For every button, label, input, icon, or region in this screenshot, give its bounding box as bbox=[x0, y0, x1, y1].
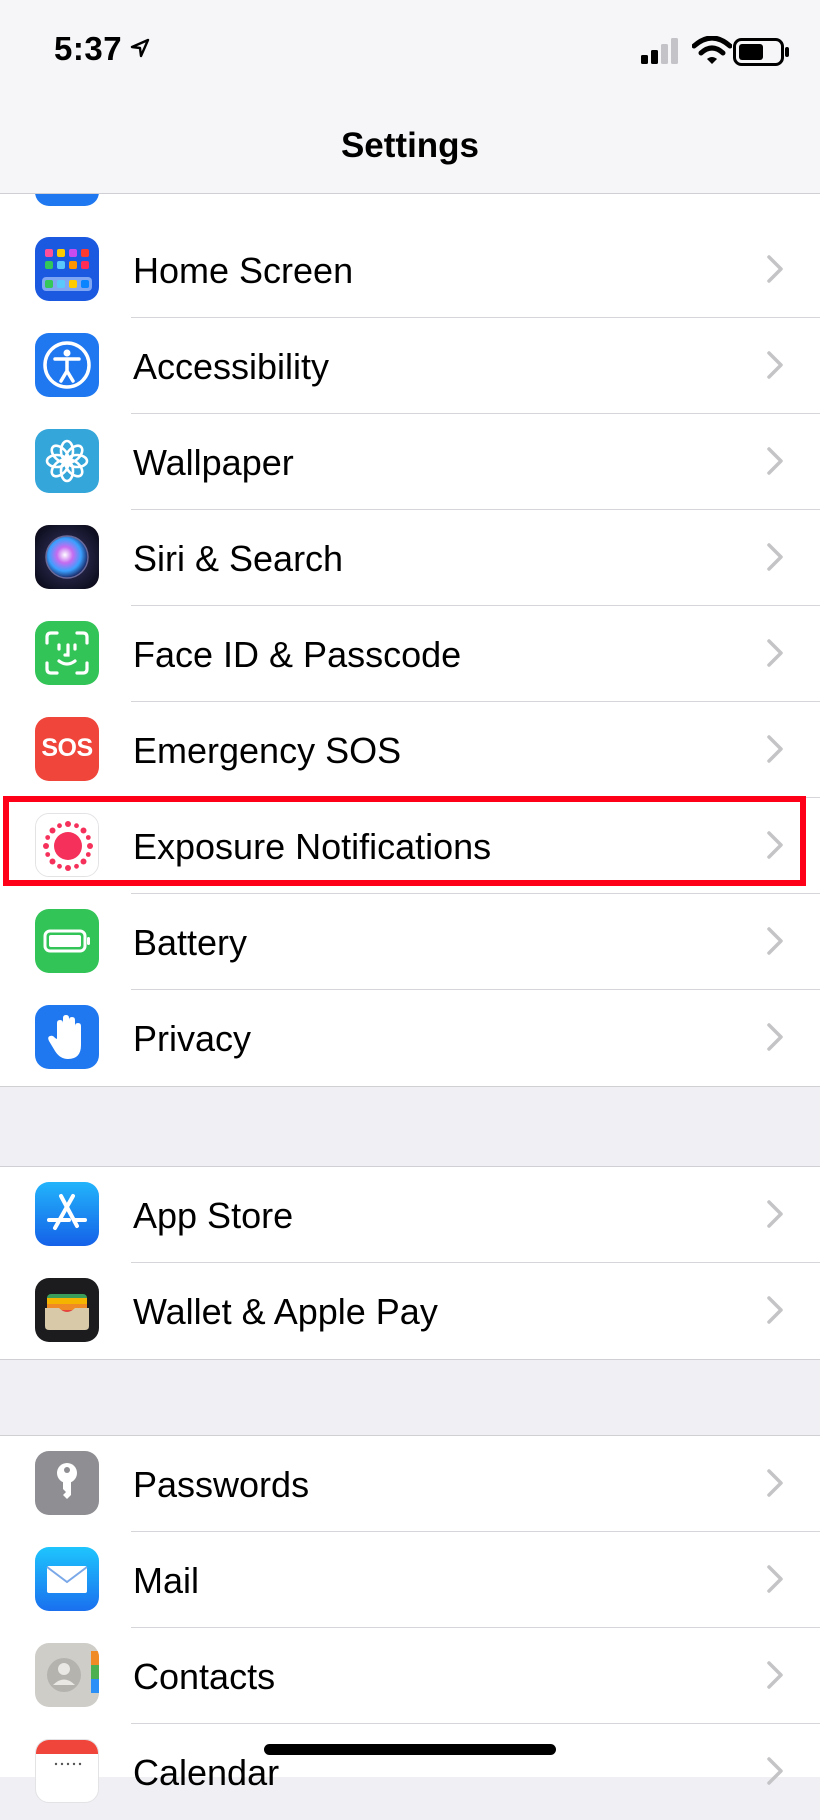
settings-row-label: Exposure Notifications bbox=[133, 826, 492, 867]
settings-row-label: Battery bbox=[133, 922, 248, 963]
chevron-right-icon bbox=[767, 735, 783, 763]
settings-group-2: App Store Wallet & Apple Pay bbox=[0, 1166, 820, 1360]
siri-icon bbox=[35, 525, 99, 589]
settings-row-label: Passwords bbox=[133, 1464, 310, 1505]
settings-row-label: Face ID & Passcode bbox=[133, 634, 462, 675]
settings-row-label: Contacts bbox=[133, 1656, 276, 1697]
settings-row-label: Siri & Search bbox=[133, 538, 344, 579]
hand-icon bbox=[35, 1005, 99, 1069]
chevron-right-icon bbox=[767, 255, 783, 283]
app-store-icon bbox=[35, 1182, 99, 1246]
settings-row-emergency-sos[interactable]: SOS Emergency SOS bbox=[0, 702, 820, 798]
settings-list[interactable]: Home Screen Accessibility Wallpaper Siri… bbox=[0, 0, 820, 1803]
wallet-icon bbox=[35, 1278, 99, 1342]
settings-row-privacy[interactable]: Privacy bbox=[0, 990, 820, 1086]
calendar-icon bbox=[35, 1739, 99, 1803]
settings-row-home-screen[interactable]: Home Screen bbox=[0, 222, 820, 318]
settings-row-app-store[interactable]: App Store bbox=[0, 1167, 820, 1263]
chevron-right-icon bbox=[767, 351, 783, 379]
home-screen-icon bbox=[35, 237, 99, 301]
chevron-right-icon bbox=[767, 1757, 783, 1785]
settings-row-mail[interactable]: Mail bbox=[0, 1532, 820, 1628]
chevron-right-icon bbox=[767, 1661, 783, 1689]
battery-icon bbox=[35, 909, 99, 973]
exposure-notifications-icon bbox=[35, 813, 99, 877]
sos-icon: SOS bbox=[35, 717, 99, 781]
settings-row-wallet-apple-pay[interactable]: Wallet & Apple Pay bbox=[0, 1263, 820, 1359]
chevron-right-icon bbox=[767, 1023, 783, 1051]
chevron-right-icon bbox=[767, 639, 783, 667]
settings-row-label: Home Screen bbox=[133, 250, 354, 291]
chevron-right-icon bbox=[767, 831, 783, 859]
settings-row-label: Wallet & Apple Pay bbox=[133, 1291, 438, 1332]
settings-row-label: Accessibility bbox=[133, 346, 330, 387]
settings-row-contacts[interactable]: Contacts bbox=[0, 1628, 820, 1724]
settings-row-siri-search[interactable]: Siri & Search bbox=[0, 510, 820, 606]
chevron-right-icon bbox=[767, 447, 783, 475]
settings-row-accessibility[interactable]: Accessibility bbox=[0, 318, 820, 414]
chevron-right-icon bbox=[767, 1200, 783, 1228]
settings-row-label: Wallpaper bbox=[133, 442, 294, 483]
face-id-icon bbox=[35, 621, 99, 685]
chevron-right-icon bbox=[767, 1296, 783, 1324]
chevron-right-icon bbox=[767, 927, 783, 955]
settings-row-wallpaper[interactable]: Wallpaper bbox=[0, 414, 820, 510]
contacts-icon bbox=[35, 1643, 99, 1707]
key-icon bbox=[35, 1451, 99, 1515]
settings-row-face-id-passcode[interactable]: Face ID & Passcode bbox=[0, 606, 820, 702]
settings-row-calendar[interactable]: Calendar bbox=[0, 1724, 820, 1820]
wallpaper-icon bbox=[35, 429, 99, 493]
settings-row-passwords[interactable]: Passwords bbox=[0, 1436, 820, 1532]
mail-icon bbox=[35, 1547, 99, 1611]
chevron-right-icon bbox=[767, 543, 783, 571]
chevron-right-icon bbox=[767, 1565, 783, 1593]
settings-row-exposure-notifications[interactable]: Exposure Notifications bbox=[0, 798, 820, 894]
navigation-bar: Settings bbox=[0, 100, 820, 194]
settings-row-label: App Store bbox=[133, 1195, 294, 1236]
page-title: Settings bbox=[340, 126, 480, 165]
accessibility-icon bbox=[35, 333, 99, 397]
settings-group-1: Home Screen Accessibility Wallpaper Siri… bbox=[0, 222, 820, 1087]
settings-row-label: Privacy bbox=[133, 1018, 252, 1059]
settings-group-3: Passwords Mail Contacts Calendar bbox=[0, 1435, 820, 1803]
settings-row-label: Mail bbox=[133, 1560, 200, 1601]
chevron-right-icon bbox=[767, 1469, 783, 1497]
sos-icon-text: SOS bbox=[41, 734, 93, 762]
settings-row-battery[interactable]: Battery bbox=[0, 894, 820, 990]
home-indicator[interactable] bbox=[264, 1744, 556, 1755]
settings-row-label: Calendar bbox=[133, 1752, 280, 1793]
settings-row-label: Emergency SOS bbox=[133, 730, 402, 771]
